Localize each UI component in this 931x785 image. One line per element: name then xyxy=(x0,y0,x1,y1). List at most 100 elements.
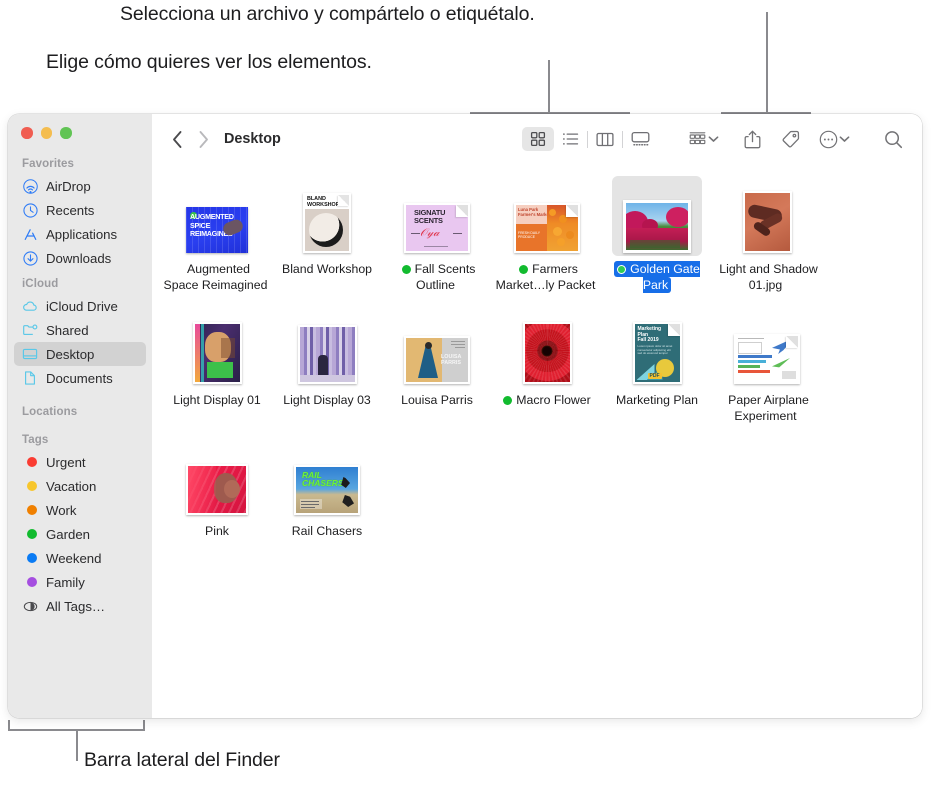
file-label-line2: Experiment xyxy=(734,408,797,423)
shared-folder-icon xyxy=(22,322,38,338)
leader-bracket-sidebar-right xyxy=(143,720,145,730)
chevron-down-icon[interactable] xyxy=(839,135,850,143)
sidebar-item-icloud-drive[interactable]: iCloud Drive xyxy=(14,294,146,318)
forward-button[interactable] xyxy=(190,126,216,152)
sidebar-item-recents[interactable]: Recents xyxy=(14,198,146,222)
leader-bracket-sidebar-left xyxy=(8,720,10,730)
file-item[interactable]: RAIL CHASERS Rail Chasers xyxy=(272,438,382,540)
file-thumbnail xyxy=(722,176,812,256)
file-thumbnail: LOUISA PARRIS xyxy=(392,307,482,387)
document-icon xyxy=(22,370,38,386)
tag-button[interactable] xyxy=(775,126,805,152)
file-item[interactable]: LOUISA PARRIS Louisa Parris xyxy=(382,307,492,424)
sidebar-item-airdrop[interactable]: AirDrop xyxy=(14,174,146,198)
icon-view-button[interactable] xyxy=(522,127,554,151)
tag-dot-icon xyxy=(22,550,38,566)
download-icon xyxy=(22,250,38,266)
file-label-line1: Light and Shadow xyxy=(719,262,818,276)
file-label-line1: Louisa Parris xyxy=(401,393,473,407)
file-label: Farmers Market…ly Packet xyxy=(493,262,601,293)
leader-line-view xyxy=(548,60,550,113)
file-item[interactable]: AUGMENTED SPICE REIMAGINED Augmented Space … xyxy=(162,176,272,293)
file-item[interactable]: Macro Flower xyxy=(492,307,602,424)
file-item[interactable]: Light Display 01 xyxy=(162,307,272,424)
share-button[interactable] xyxy=(737,126,767,152)
back-button[interactable] xyxy=(164,126,190,152)
leader-line-sidebar xyxy=(76,729,78,761)
tag-dot-icon xyxy=(22,574,38,590)
chevron-down-icon[interactable] xyxy=(708,135,719,143)
file-thumbnail: RAIL CHASERS xyxy=(282,438,372,518)
file-thumbnail xyxy=(172,438,262,518)
sidebar-header-icloud: iCloud xyxy=(22,278,59,290)
close-window-button[interactable] xyxy=(21,127,33,139)
sidebar-tag-work[interactable]: Work xyxy=(14,498,146,522)
file-item[interactable]: Light Display 03 xyxy=(272,307,382,424)
file-label-line1: Fall Scents xyxy=(414,262,476,276)
sidebar-tag-urgent[interactable]: Urgent xyxy=(14,450,146,474)
applications-icon xyxy=(22,226,38,242)
sidebar-item-label: Downloads xyxy=(46,250,112,266)
file-label: Light Display 03 xyxy=(273,393,381,409)
sidebar-item-downloads[interactable]: Downloads xyxy=(14,246,146,270)
sidebar-item-desktop[interactable]: Desktop xyxy=(14,342,146,366)
sidebar-header-tags: Tags xyxy=(22,434,49,446)
minimize-window-button[interactable] xyxy=(40,127,52,139)
airdrop-icon xyxy=(22,178,38,194)
toolbar-divider xyxy=(622,130,623,148)
file-label: Macro Flower xyxy=(493,393,601,409)
file-item-selected[interactable]: Golden Gate Park xyxy=(602,176,712,293)
file-label-line1: Paper Airplane xyxy=(728,393,809,407)
desktop-icon xyxy=(22,346,38,362)
file-label-line1: Augmented xyxy=(187,262,250,276)
tag-dot-icon xyxy=(401,265,411,274)
sidebar-item-label: Applications xyxy=(46,226,118,242)
file-thumbnail: Marketing Plan Fall 2019 Lorem ipsum dolor… xyxy=(612,307,702,387)
finder-sidebar: Favorites AirDrop Recents Applications D… xyxy=(8,114,152,718)
file-item[interactable]: Luna Park Farmer's Market FRESH DAILY PROD… xyxy=(492,176,602,293)
file-item[interactable]: Marketing Plan Fall 2019 Lorem ipsum dolor… xyxy=(602,307,712,424)
sidebar-tag-family[interactable]: Family xyxy=(14,570,146,594)
finder-window: Favorites AirDrop Recents Applications D… xyxy=(8,114,922,718)
file-label: Light and Shadow 01.jpg xyxy=(713,262,821,293)
column-view-button[interactable] xyxy=(589,127,621,151)
file-item[interactable]: SIGNATU SCENTS 𝒪𝓎𝒶 Fall Scents Outline xyxy=(382,176,492,293)
file-item[interactable]: Pink xyxy=(162,438,272,540)
sidebar-item-label: Garden xyxy=(46,526,90,542)
gallery-view-button[interactable] xyxy=(624,127,656,151)
list-view-button[interactable] xyxy=(554,127,586,151)
file-item[interactable]: Paper Airplane Experiment xyxy=(712,307,822,424)
clock-icon xyxy=(22,202,38,218)
sidebar-tag-weekend[interactable]: Weekend xyxy=(14,546,146,570)
file-label: Marketing Plan xyxy=(603,393,711,409)
file-item[interactable]: Light and Shadow 01.jpg xyxy=(712,176,822,293)
file-label-line2: 01.jpg xyxy=(748,277,783,292)
search-icon[interactable] xyxy=(878,126,908,152)
tag-dot-icon xyxy=(22,526,38,542)
sidebar-tag-all-tags[interactable]: All Tags… xyxy=(14,594,146,618)
maximize-window-button[interactable] xyxy=(60,127,72,139)
file-label: Rail Chasers xyxy=(273,524,381,540)
tag-dot-icon xyxy=(503,396,513,405)
sidebar-item-label: Weekend xyxy=(46,550,102,566)
sidebar-item-label: AirDrop xyxy=(46,178,91,194)
sidebar-item-documents[interactable]: Documents xyxy=(14,366,146,390)
sidebar-item-label: Shared xyxy=(46,322,89,338)
file-label-line1: Bland Workshop xyxy=(282,262,372,276)
sidebar-item-applications[interactable]: Applications xyxy=(14,222,146,246)
file-thumbnail xyxy=(282,307,372,387)
tag-dot-icon xyxy=(519,265,529,274)
sidebar-item-shared[interactable]: Shared xyxy=(14,318,146,342)
file-label: Augmented Space Reimagined xyxy=(163,262,271,293)
file-thumbnail: AUGMENTED SPICE REIMAGINED xyxy=(172,176,262,256)
file-label-line1: Rail Chasers xyxy=(291,524,363,538)
file-label: Louisa Parris xyxy=(383,393,491,409)
file-label: Light Display 01 xyxy=(163,393,271,409)
sidebar-item-label: All Tags… xyxy=(46,598,106,614)
file-thumbnail xyxy=(172,307,262,387)
sidebar-tag-garden[interactable]: Garden xyxy=(14,522,146,546)
sidebar-tag-vacation[interactable]: Vacation xyxy=(14,474,146,498)
sidebar-item-label: Work xyxy=(46,502,77,518)
annotation-view-options: Elige cómo quieres ver los elementos. xyxy=(46,51,372,73)
file-item[interactable]: BLAND WORKSHOP Bland Workshop xyxy=(272,176,382,293)
